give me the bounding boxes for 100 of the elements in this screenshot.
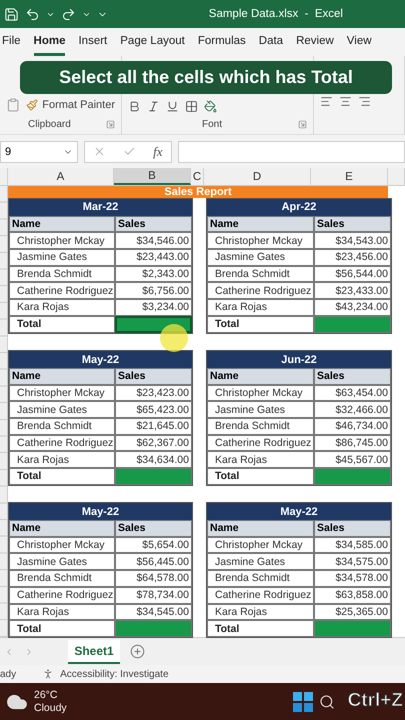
- sales-cell: $46,734.00: [314, 418, 391, 435]
- sales-cell: $23,423.00: [115, 384, 192, 402]
- total-cell[interactable]: [314, 620, 391, 637]
- sales-cell: $21,645.00: [115, 418, 192, 435]
- total-cell[interactable]: [314, 468, 391, 485]
- ribbon-tab[interactable]: File: [2, 28, 21, 56]
- ribbon-tab[interactable]: Insert: [78, 28, 108, 56]
- sales-cell: $34,546.00: [115, 232, 192, 250]
- windows-icon[interactable]: [292, 692, 313, 712]
- align-left-icon[interactable]: [320, 95, 333, 108]
- name-cell: Kara Rojas: [9, 451, 115, 468]
- clipboard-icon[interactable]: [6, 97, 20, 113]
- name-cell: Brenda Schmidt: [207, 266, 314, 282]
- window-title: Sample Data.xlsx - Excel: [208, 8, 343, 20]
- sales-cell: $23,443.00: [115, 249, 192, 266]
- name-cell: Christopher Mckay: [9, 536, 115, 554]
- column-heading: Name: [207, 216, 314, 232]
- insert-function-button[interactable]: fx: [153, 144, 163, 160]
- search-icon[interactable]: [318, 694, 335, 710]
- undo-icon[interactable]: [25, 6, 40, 22]
- total-cell[interactable]: [115, 620, 192, 637]
- sales-cell: $32,466.00: [314, 401, 391, 418]
- name-cell: Brenda Schmidt: [207, 418, 314, 435]
- sales-cell: $23,433.00: [314, 282, 391, 300]
- accessibility-icon[interactable]: [42, 668, 54, 680]
- name-cell: Jasmine Gates: [207, 553, 314, 570]
- name-cell: Christopher Mckay: [207, 536, 314, 554]
- name-cell: Jasmine Gates: [207, 401, 314, 418]
- name-cell: Jasmine Gates: [207, 249, 314, 266]
- sales-cell: $34,578.00: [314, 570, 391, 587]
- sales-cell: $86,745.00: [314, 434, 391, 452]
- column-heading: Name: [207, 520, 314, 537]
- name-cell: Catherine Rodriguez: [9, 282, 115, 300]
- sheet-tab[interactable]: Sheet1: [68, 640, 120, 664]
- keystroke-overlay: Ctrl+Z: [348, 690, 403, 712]
- month-header: Mar-22: [9, 199, 192, 216]
- name-cell: Kara Rojas: [9, 604, 115, 620]
- name-box[interactable]: 9: [0, 140, 78, 162]
- total-label: Total: [207, 620, 314, 637]
- sales-cell: $45,567.00: [314, 451, 391, 468]
- formula-input[interactable]: [178, 140, 405, 162]
- name-cell: Jasmine Gates: [9, 553, 115, 570]
- month-header: Jun-22: [207, 351, 391, 368]
- group-label: Clipboard: [28, 119, 71, 130]
- name-cell: Kara Rojas: [207, 604, 314, 620]
- column-header[interactable]: C: [191, 168, 204, 185]
- name-cell: Christopher Mckay: [9, 232, 115, 250]
- month-header: May-22: [207, 503, 391, 520]
- report-title: Sales Report: [8, 186, 388, 198]
- column-heading: Name: [207, 368, 314, 385]
- sales-cell: $43,234.00: [314, 299, 391, 316]
- launcher-icon[interactable]: [106, 120, 115, 129]
- borders-icon[interactable]: [185, 100, 198, 113]
- ribbon-tab[interactable]: Data: [258, 28, 284, 56]
- bold-icon[interactable]: [128, 100, 141, 113]
- sales-cell: $63,454.00: [314, 384, 391, 402]
- italic-icon[interactable]: [147, 100, 160, 113]
- column-heading: Sales: [314, 368, 391, 385]
- column-heading: Name: [9, 520, 115, 537]
- sales-cell: $34,543.00: [314, 232, 391, 250]
- group-label: Font: [202, 119, 222, 130]
- sales-cell: $2,343.00: [115, 266, 192, 282]
- redo-icon[interactable]: [61, 6, 76, 22]
- name-cell: Brenda Schmidt: [9, 418, 115, 435]
- sales-cell: $34,585.00: [314, 536, 391, 554]
- ribbon-tab[interactable]: Page Layout: [120, 28, 185, 56]
- sales-cell: $56,445.00: [115, 553, 192, 570]
- sales-cell: $63,858.00: [314, 586, 391, 604]
- status-text: ady: [0, 668, 16, 680]
- column-header[interactable]: B: [114, 168, 191, 185]
- total-label: Total: [207, 468, 314, 485]
- brush-icon[interactable]: [26, 99, 38, 111]
- column-heading: Sales: [115, 520, 192, 537]
- name-cell: Catherine Rodriguez: [207, 434, 314, 452]
- ribbon-tab[interactable]: View: [346, 28, 372, 56]
- total-cell[interactable]: [314, 316, 391, 332]
- align-center-icon[interactable]: [339, 95, 352, 108]
- name-cell: Jasmine Gates: [9, 401, 115, 418]
- name-cell: Catherine Rodriguez: [9, 586, 115, 604]
- month-header: May-22: [9, 351, 192, 368]
- sales-cell: $64,578.00: [115, 570, 192, 587]
- month-header: Apr-22: [207, 199, 391, 216]
- total-cell[interactable]: [115, 468, 192, 485]
- format-painter-button[interactable]: Format Painter: [42, 99, 115, 111]
- ribbon-tab[interactable]: Formulas: [198, 28, 246, 56]
- sales-cell: $78,734.00: [115, 586, 192, 604]
- name-cell: Catherine Rodriguez: [9, 434, 115, 452]
- sales-cell: $34,545.00: [115, 604, 192, 620]
- ribbon-tab[interactable]: Review: [296, 28, 334, 56]
- column-heading: Sales: [115, 216, 192, 232]
- add-sheet-icon[interactable]: [130, 644, 145, 659]
- caption-banner: Select all the cells which has Total: [20, 61, 392, 94]
- fill-color-icon[interactable]: [204, 100, 217, 113]
- accessibility-status[interactable]: Accessibility: Investigate: [60, 668, 169, 680]
- name-cell: Christopher Mckay: [9, 384, 115, 402]
- name-cell: Kara Rojas: [207, 451, 314, 468]
- save-icon[interactable]: [4, 6, 19, 22]
- underline-icon[interactable]: [166, 100, 179, 113]
- launcher-icon[interactable]: [298, 120, 307, 129]
- align-right-icon[interactable]: [358, 95, 371, 108]
